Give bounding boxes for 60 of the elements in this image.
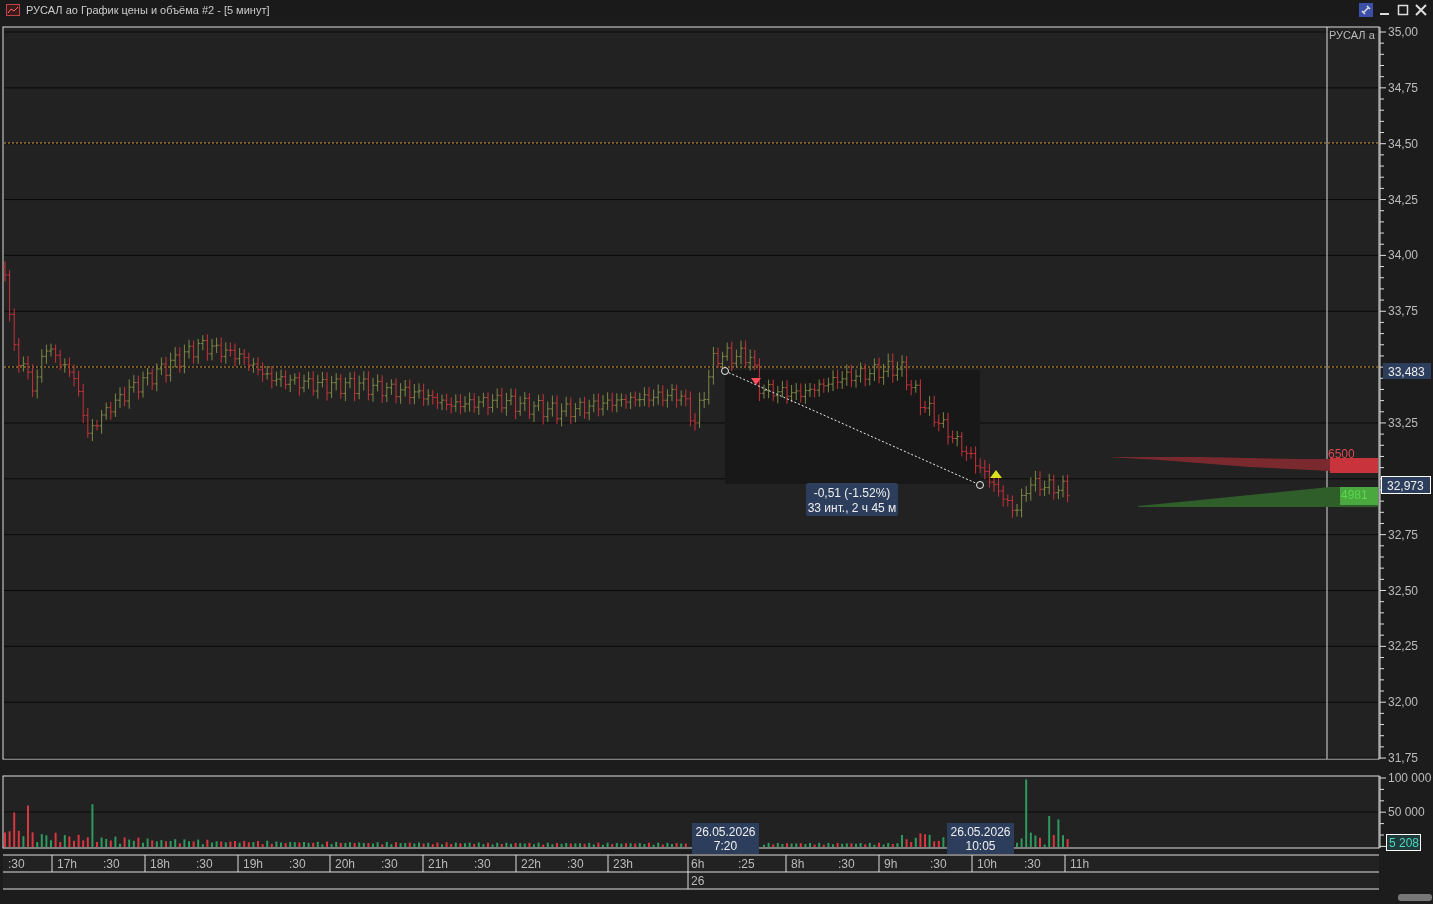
date-axis-label: 26 <box>691 874 705 888</box>
price-axis-label: 32,50 <box>1388 583 1419 598</box>
time-axis-label: 19h <box>243 857 264 871</box>
time-axis-label: 23h <box>613 857 634 871</box>
time-axis-label: 20h <box>335 857 356 871</box>
time-axis-label: :25 <box>738 857 755 871</box>
price-axis-label: 32,00 <box>1388 695 1419 710</box>
time-axis-label: 21h <box>428 857 449 871</box>
last-volume-badge: 5 208 <box>1386 834 1421 851</box>
time-axis-label: :30 <box>196 857 213 871</box>
time-axis-label: :30 <box>1024 857 1041 871</box>
price-axis-label: 34,25 <box>1388 192 1419 207</box>
time-axis-label: 22h <box>521 857 542 871</box>
price-axis-label: 34,75 <box>1388 80 1419 95</box>
time-axis-label: :30 <box>474 857 491 871</box>
time-axis-label: :30 <box>289 857 306 871</box>
price-axis-label: 34,00 <box>1388 248 1419 263</box>
volume-axis-label: 50 000 <box>1388 805 1425 819</box>
time-axis-label: 10h <box>977 857 998 871</box>
price-axis-label: 32,75 <box>1388 527 1419 542</box>
crosshair-price-badge: 33,483 <box>1383 363 1431 379</box>
time-axis-label: :30 <box>8 857 25 871</box>
price-axis-label: 33,25 <box>1388 415 1419 430</box>
maximize-icon[interactable] <box>1397 4 1409 16</box>
volume-axis-label: 100 000 <box>1388 771 1432 785</box>
time-axis-label: 8h <box>791 857 805 871</box>
price-axis-label: 35,00 <box>1388 25 1419 39</box>
window-title: РУСАЛ ао График цены и объёма #2 - [5 минут] <box>26 4 270 16</box>
time-axis-label: :30 <box>930 857 947 871</box>
measure-change: -0,51 (-1.52%) <box>813 486 891 500</box>
instrument-label: РУСАЛ а <box>1329 29 1375 41</box>
time-axis-label: :30 <box>103 857 120 871</box>
buy-marker-icon <box>990 470 1002 478</box>
time-axis-label: 11h <box>1070 857 1090 871</box>
cursor-time-badge <box>692 823 759 854</box>
close-icon[interactable] <box>1415 4 1427 16</box>
time-axis-label: :30 <box>567 857 584 871</box>
time-axis-label: 9h <box>884 857 898 871</box>
price-axis-label: 32,25 <box>1388 639 1419 654</box>
cursor-time: 7:20 <box>713 839 738 853</box>
time-axis-label: :30 <box>381 857 398 871</box>
sell-marker-icon <box>751 378 761 385</box>
link-icon[interactable] <box>1359 3 1373 17</box>
ask-volume-label: 6500 <box>1328 447 1355 461</box>
last-price-badge: 32,973 <box>1381 476 1431 494</box>
cursor-time: 10:05 <box>965 839 996 853</box>
time-axis-label: 6h <box>691 857 705 871</box>
chart-icon <box>6 4 20 16</box>
scrollbar-thumb[interactable] <box>1398 894 1432 901</box>
cursor-date: 26.05.2026 <box>695 825 756 839</box>
cursor-date: 26.05.2026 <box>950 825 1011 839</box>
price-axis-label: 31,75 <box>1388 751 1419 766</box>
cursor-time-badge <box>947 823 1014 854</box>
time-axis-label: 17h <box>57 857 78 871</box>
volume-bars-drawing <box>1016 778 1069 848</box>
measure-span: 33 инт., 2 ч 45 м <box>807 501 897 515</box>
price-axis-label: 34,50 <box>1388 136 1419 151</box>
time-axis-label: 18h <box>150 857 171 871</box>
time-axis-label: :30 <box>838 857 855 871</box>
price-axis-label: 33,75 <box>1388 304 1419 319</box>
